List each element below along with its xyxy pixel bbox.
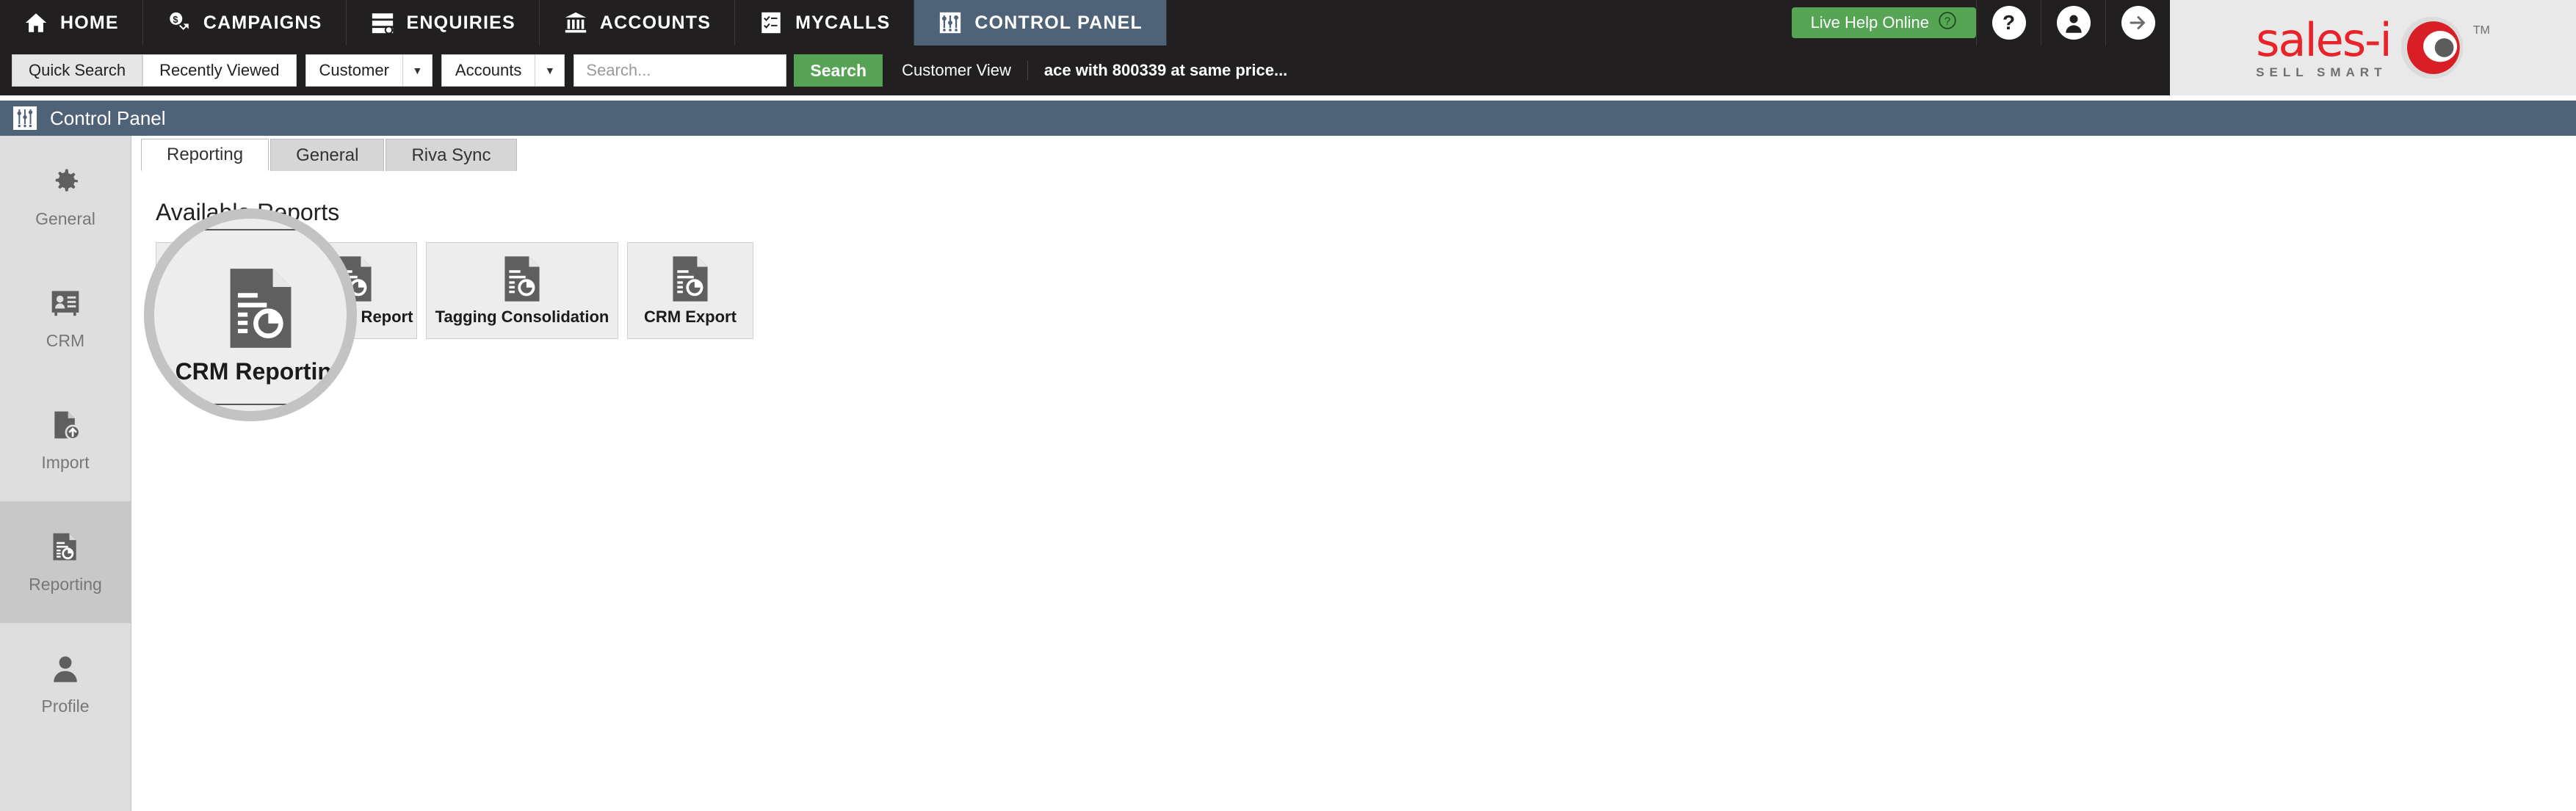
accounts-scope-value: Accounts bbox=[455, 61, 522, 79]
report-doc-icon bbox=[669, 255, 712, 303]
nav-item-mycalls[interactable]: MYCALLS bbox=[735, 0, 915, 46]
quick-search-tab[interactable]: Quick Search bbox=[12, 54, 143, 87]
logout-button[interactable] bbox=[2105, 0, 2170, 46]
sales-i-logo[interactable]: sales-i SELL SMART TM bbox=[2170, 0, 2576, 95]
live-help-question-icon: ? bbox=[1938, 11, 1957, 34]
nav-item-accounts[interactable]: ACCOUNTS bbox=[540, 0, 736, 46]
nav-item-home[interactable]: HOME bbox=[0, 0, 143, 46]
tile-label-tagging-consolidation: Tagging Consolidation bbox=[435, 308, 609, 326]
arrow-right-icon bbox=[2121, 6, 2155, 40]
chevron-down-icon: ▼ bbox=[535, 55, 564, 86]
chevron-down-icon: ▼ bbox=[402, 55, 432, 86]
sidebar-item-crm[interactable]: CRM bbox=[0, 258, 131, 379]
recently-viewed-tab[interactable]: Recently Viewed bbox=[142, 54, 297, 87]
contacts-icon bbox=[49, 287, 82, 319]
quick-search-bar: Quick Search Recently Viewed Customer ▼ … bbox=[0, 46, 2170, 95]
nav-label-enquiries: ENQUIRIES bbox=[406, 12, 515, 33]
search-input[interactable]: Search... bbox=[574, 54, 787, 87]
sidebar-label-import: Import bbox=[41, 452, 90, 472]
control-panel-sidebar: General CRM Import Reporting Profile bbox=[0, 136, 131, 811]
campaigns-icon: $ bbox=[167, 10, 192, 35]
question-mark-icon: ? bbox=[1991, 6, 2026, 40]
tab-riva-sync[interactable]: Riva Sync bbox=[386, 139, 517, 171]
top-navigation-bar: HOME $ CAMPAIGNS ENQUIRIES ACCOUNTS MYCA… bbox=[0, 0, 2170, 46]
gear-icon bbox=[49, 165, 82, 197]
nav-label-accounts: ACCOUNTS bbox=[599, 12, 712, 33]
control-panel-icon bbox=[938, 10, 963, 35]
sliders-icon bbox=[13, 106, 37, 130]
import-icon bbox=[49, 409, 82, 441]
report-doc-icon bbox=[333, 255, 375, 303]
home-icon bbox=[23, 10, 48, 35]
sidebar-label-profile: Profile bbox=[41, 696, 90, 716]
logo-wordmark: sales-i bbox=[2256, 12, 2392, 67]
tile-crm-export[interactable]: CRM Export bbox=[627, 242, 753, 339]
tile-crm-reporting[interactable]: CRM Reporting bbox=[156, 242, 282, 339]
report-icon bbox=[49, 531, 82, 563]
nav-label-home: HOME bbox=[60, 12, 119, 33]
nav-label-mycalls: MYCALLS bbox=[795, 12, 891, 33]
logo-trademark: TM bbox=[2472, 24, 2490, 37]
live-help-button[interactable]: Live Help Online ? bbox=[1791, 7, 1976, 38]
person-icon bbox=[49, 652, 82, 685]
content-tabs: Reporting General Riva Sync bbox=[132, 136, 2576, 171]
sidebar-item-profile[interactable]: Profile bbox=[0, 623, 131, 745]
sidebar-item-reporting[interactable]: Reporting bbox=[0, 501, 131, 623]
search-input-placeholder: Search... bbox=[586, 61, 651, 79]
tile-tagging-report[interactable]: Tagging Report bbox=[291, 242, 417, 339]
nav-label-control-panel: CONTROL PANEL bbox=[974, 12, 1143, 33]
tab-general[interactable]: General bbox=[270, 139, 385, 171]
accounts-icon bbox=[563, 10, 588, 35]
report-tile-row: CRM Reporting Tagging Report Tagging Con… bbox=[156, 242, 2576, 339]
nav-label-campaigns: CAMPAIGNS bbox=[203, 12, 322, 33]
tile-tagging-consolidation[interactable]: Tagging Consolidation bbox=[426, 242, 618, 339]
sidebar-label-crm: CRM bbox=[46, 330, 85, 350]
logo-eye-icon bbox=[2398, 14, 2466, 81]
section-title: Available Reports bbox=[156, 199, 340, 225]
nav-item-control-panel[interactable]: CONTROL PANEL bbox=[914, 0, 1167, 46]
customer-view-label: Customer View bbox=[902, 61, 1028, 80]
profile-button[interactable] bbox=[2041, 0, 2105, 46]
search-button[interactable]: Search bbox=[794, 54, 883, 87]
logo-tagline: SELL SMART bbox=[2256, 65, 2387, 79]
svg-text:?: ? bbox=[1944, 15, 1950, 27]
tile-label-crm-export: CRM Export bbox=[644, 308, 737, 326]
customer-type-select[interactable]: Customer ▼ bbox=[305, 54, 433, 87]
news-ticker: ace with 800339 at same price... bbox=[1043, 61, 1288, 79]
main-content: Reporting General Riva Sync Available Re… bbox=[132, 136, 2576, 811]
sidebar-item-general[interactable]: General bbox=[0, 136, 131, 258]
tile-label-tagging-report: Tagging Report bbox=[294, 308, 413, 326]
accounts-scope-select[interactable]: Accounts ▼ bbox=[441, 54, 565, 87]
svg-text:$: $ bbox=[173, 14, 179, 25]
report-doc-icon bbox=[198, 255, 240, 303]
tab-reporting[interactable]: Reporting bbox=[141, 139, 269, 171]
user-avatar-icon bbox=[2056, 6, 2091, 40]
report-doc-icon bbox=[501, 255, 543, 303]
live-help-label: Live Help Online bbox=[1810, 13, 1929, 32]
nav-item-campaigns[interactable]: $ CAMPAIGNS bbox=[143, 0, 347, 46]
help-button[interactable]: ? bbox=[1976, 0, 2041, 46]
sidebar-label-general: General bbox=[35, 208, 95, 228]
page-header: Control Panel bbox=[0, 101, 2576, 136]
sidebar-item-import[interactable]: Import bbox=[0, 379, 131, 501]
page-title: Control Panel bbox=[50, 106, 166, 129]
mycalls-icon bbox=[759, 10, 784, 35]
customer-type-value: Customer bbox=[319, 61, 389, 79]
enquiries-icon bbox=[370, 10, 395, 35]
nav-item-enquiries[interactable]: ENQUIRIES bbox=[347, 0, 540, 46]
tile-label-crm-reporting: CRM Reporting bbox=[159, 308, 278, 326]
sidebar-label-reporting: Reporting bbox=[29, 574, 102, 594]
